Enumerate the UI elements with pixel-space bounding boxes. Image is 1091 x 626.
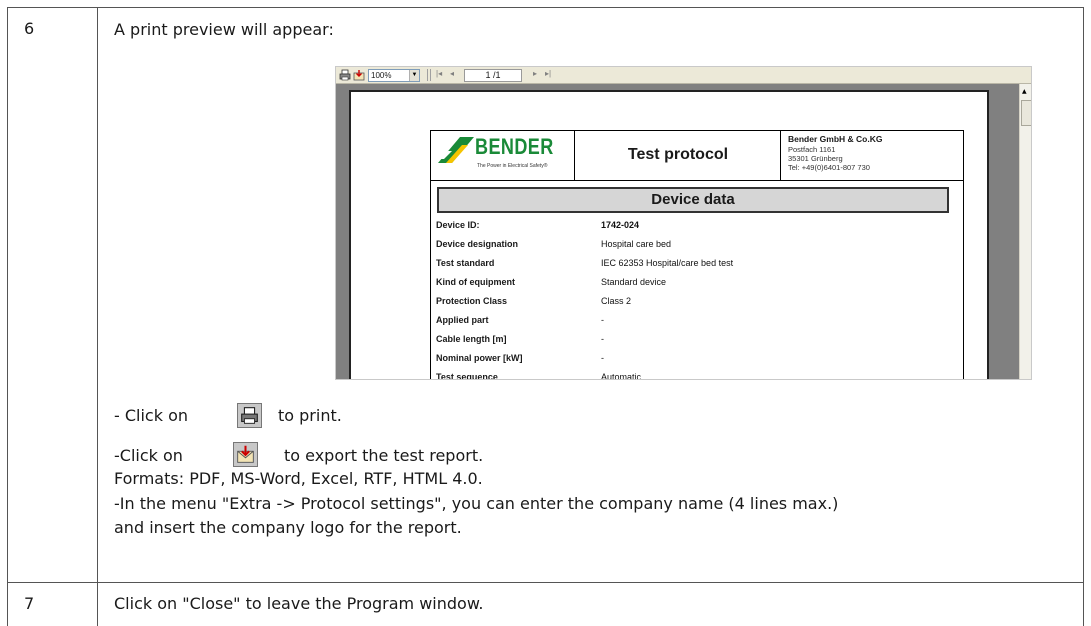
zoom-select[interactable]: 100% ▼ (368, 69, 420, 82)
previous-page-icon[interactable]: ◂ (450, 69, 454, 78)
printer-icon[interactable] (339, 69, 351, 81)
close-instruction: Click on "Close" to leave the Program wi… (114, 594, 484, 613)
menu-instruction-1: -In the menu "Extra -> Protocol settings… (114, 494, 839, 513)
logo-tagline: The Power in Electrical Safety® (477, 163, 548, 169)
vertical-scrollbar[interactable]: ▲ (1019, 84, 1031, 379)
step-number: 7 (24, 594, 35, 613)
device-data-label: Test standard (436, 258, 495, 268)
device-data-value: Class 2 (601, 296, 632, 306)
bender-logo-icon (438, 137, 474, 163)
scroll-thumb[interactable] (1021, 100, 1031, 126)
table-row-divider (7, 582, 1084, 583)
report-header: BENDER The Power in Electrical Safety® T… (430, 130, 964, 181)
device-data-label: Protection Class (436, 296, 508, 306)
device-data-value: Automatic (601, 372, 642, 380)
step-number: 6 (24, 19, 35, 38)
company-address-1: Postfach 1161 (788, 145, 836, 154)
company-phone: Tel: +49(0)6401-807 730 (788, 163, 870, 172)
table-border-left (7, 7, 8, 626)
logo-cell: BENDER The Power in Electrical Safety® (431, 131, 575, 180)
device-data-section: Device data Device ID: 1742-024 Device des… (430, 181, 964, 380)
scroll-up-icon[interactable]: ▲ (1022, 88, 1027, 95)
company-cell: Bender GmbH & Co.KG Postfach 1161 35301 … (781, 131, 963, 180)
device-data-value: Hospital care bed (601, 239, 672, 249)
device-data-label: Kind of equipment (436, 277, 515, 287)
export-icon[interactable] (353, 69, 365, 81)
report-page: BENDER The Power in Electrical Safety® T… (349, 90, 989, 380)
device-data-value: - (601, 315, 604, 325)
device-data-label: Nominal power [kW] (436, 353, 523, 363)
step-intro: A print preview will appear: (114, 20, 334, 39)
company-name: Bender GmbH & Co.KG (788, 134, 883, 144)
device-data-value: Standard device (601, 277, 667, 287)
chevron-down-icon[interactable]: ▼ (409, 70, 419, 81)
report-title: Test protocol (627, 146, 729, 163)
logo-text: BENDER (475, 134, 554, 159)
device-data-value: - (601, 353, 604, 363)
last-page-icon[interactable]: ▸| (545, 69, 551, 78)
print-instruction-prefix: - Click on (114, 406, 188, 425)
zoom-value: 100% (371, 71, 392, 80)
formats-line: Formats: PDF, MS-Word, Excel, RTF, HTML … (114, 469, 483, 488)
export-icon (233, 442, 258, 467)
title-cell: Test protocol (575, 131, 781, 180)
company-address-2: 35301 Grünberg (788, 154, 843, 163)
device-data-label: Device ID: (436, 220, 480, 230)
print-preview-window: 100% ▼ |◂ ◂ 1 /1 ▸ ▸| BENDER The Power i… (335, 66, 1032, 380)
export-instruction-prefix: -Click on (114, 446, 183, 465)
device-data-label: Test sequence (436, 372, 498, 380)
toolbar-separator (430, 69, 431, 81)
preview-toolbar: 100% ▼ |◂ ◂ 1 /1 ▸ ▸| (336, 67, 1031, 84)
device-data-label: Device designation (436, 239, 519, 249)
device-data-value: 1742-024 (601, 220, 640, 230)
toolbar-separator (427, 69, 428, 81)
device-data-value: IEC 62353 Hospital/care bed test (601, 258, 734, 268)
device-data-label: Applied part (436, 315, 489, 325)
device-data-title: Device data (437, 187, 949, 213)
table-border-top (7, 7, 1084, 8)
print-instruction-suffix: to print. (278, 406, 342, 425)
page-indicator[interactable]: 1 /1 (464, 69, 522, 82)
first-page-icon[interactable]: |◂ (436, 69, 442, 78)
table-column-divider (97, 7, 98, 626)
menu-instruction-2: and insert the company logo for the repo… (114, 518, 462, 537)
next-page-icon[interactable]: ▸ (533, 69, 537, 78)
device-data-value: - (601, 334, 604, 344)
table-border-right (1083, 7, 1084, 626)
printer-icon (237, 403, 262, 428)
export-instruction-suffix: to export the test report. (284, 446, 484, 465)
device-data-label: Cable length [m] (436, 334, 507, 344)
preview-canvas: BENDER The Power in Electrical Safety® T… (336, 84, 1019, 380)
